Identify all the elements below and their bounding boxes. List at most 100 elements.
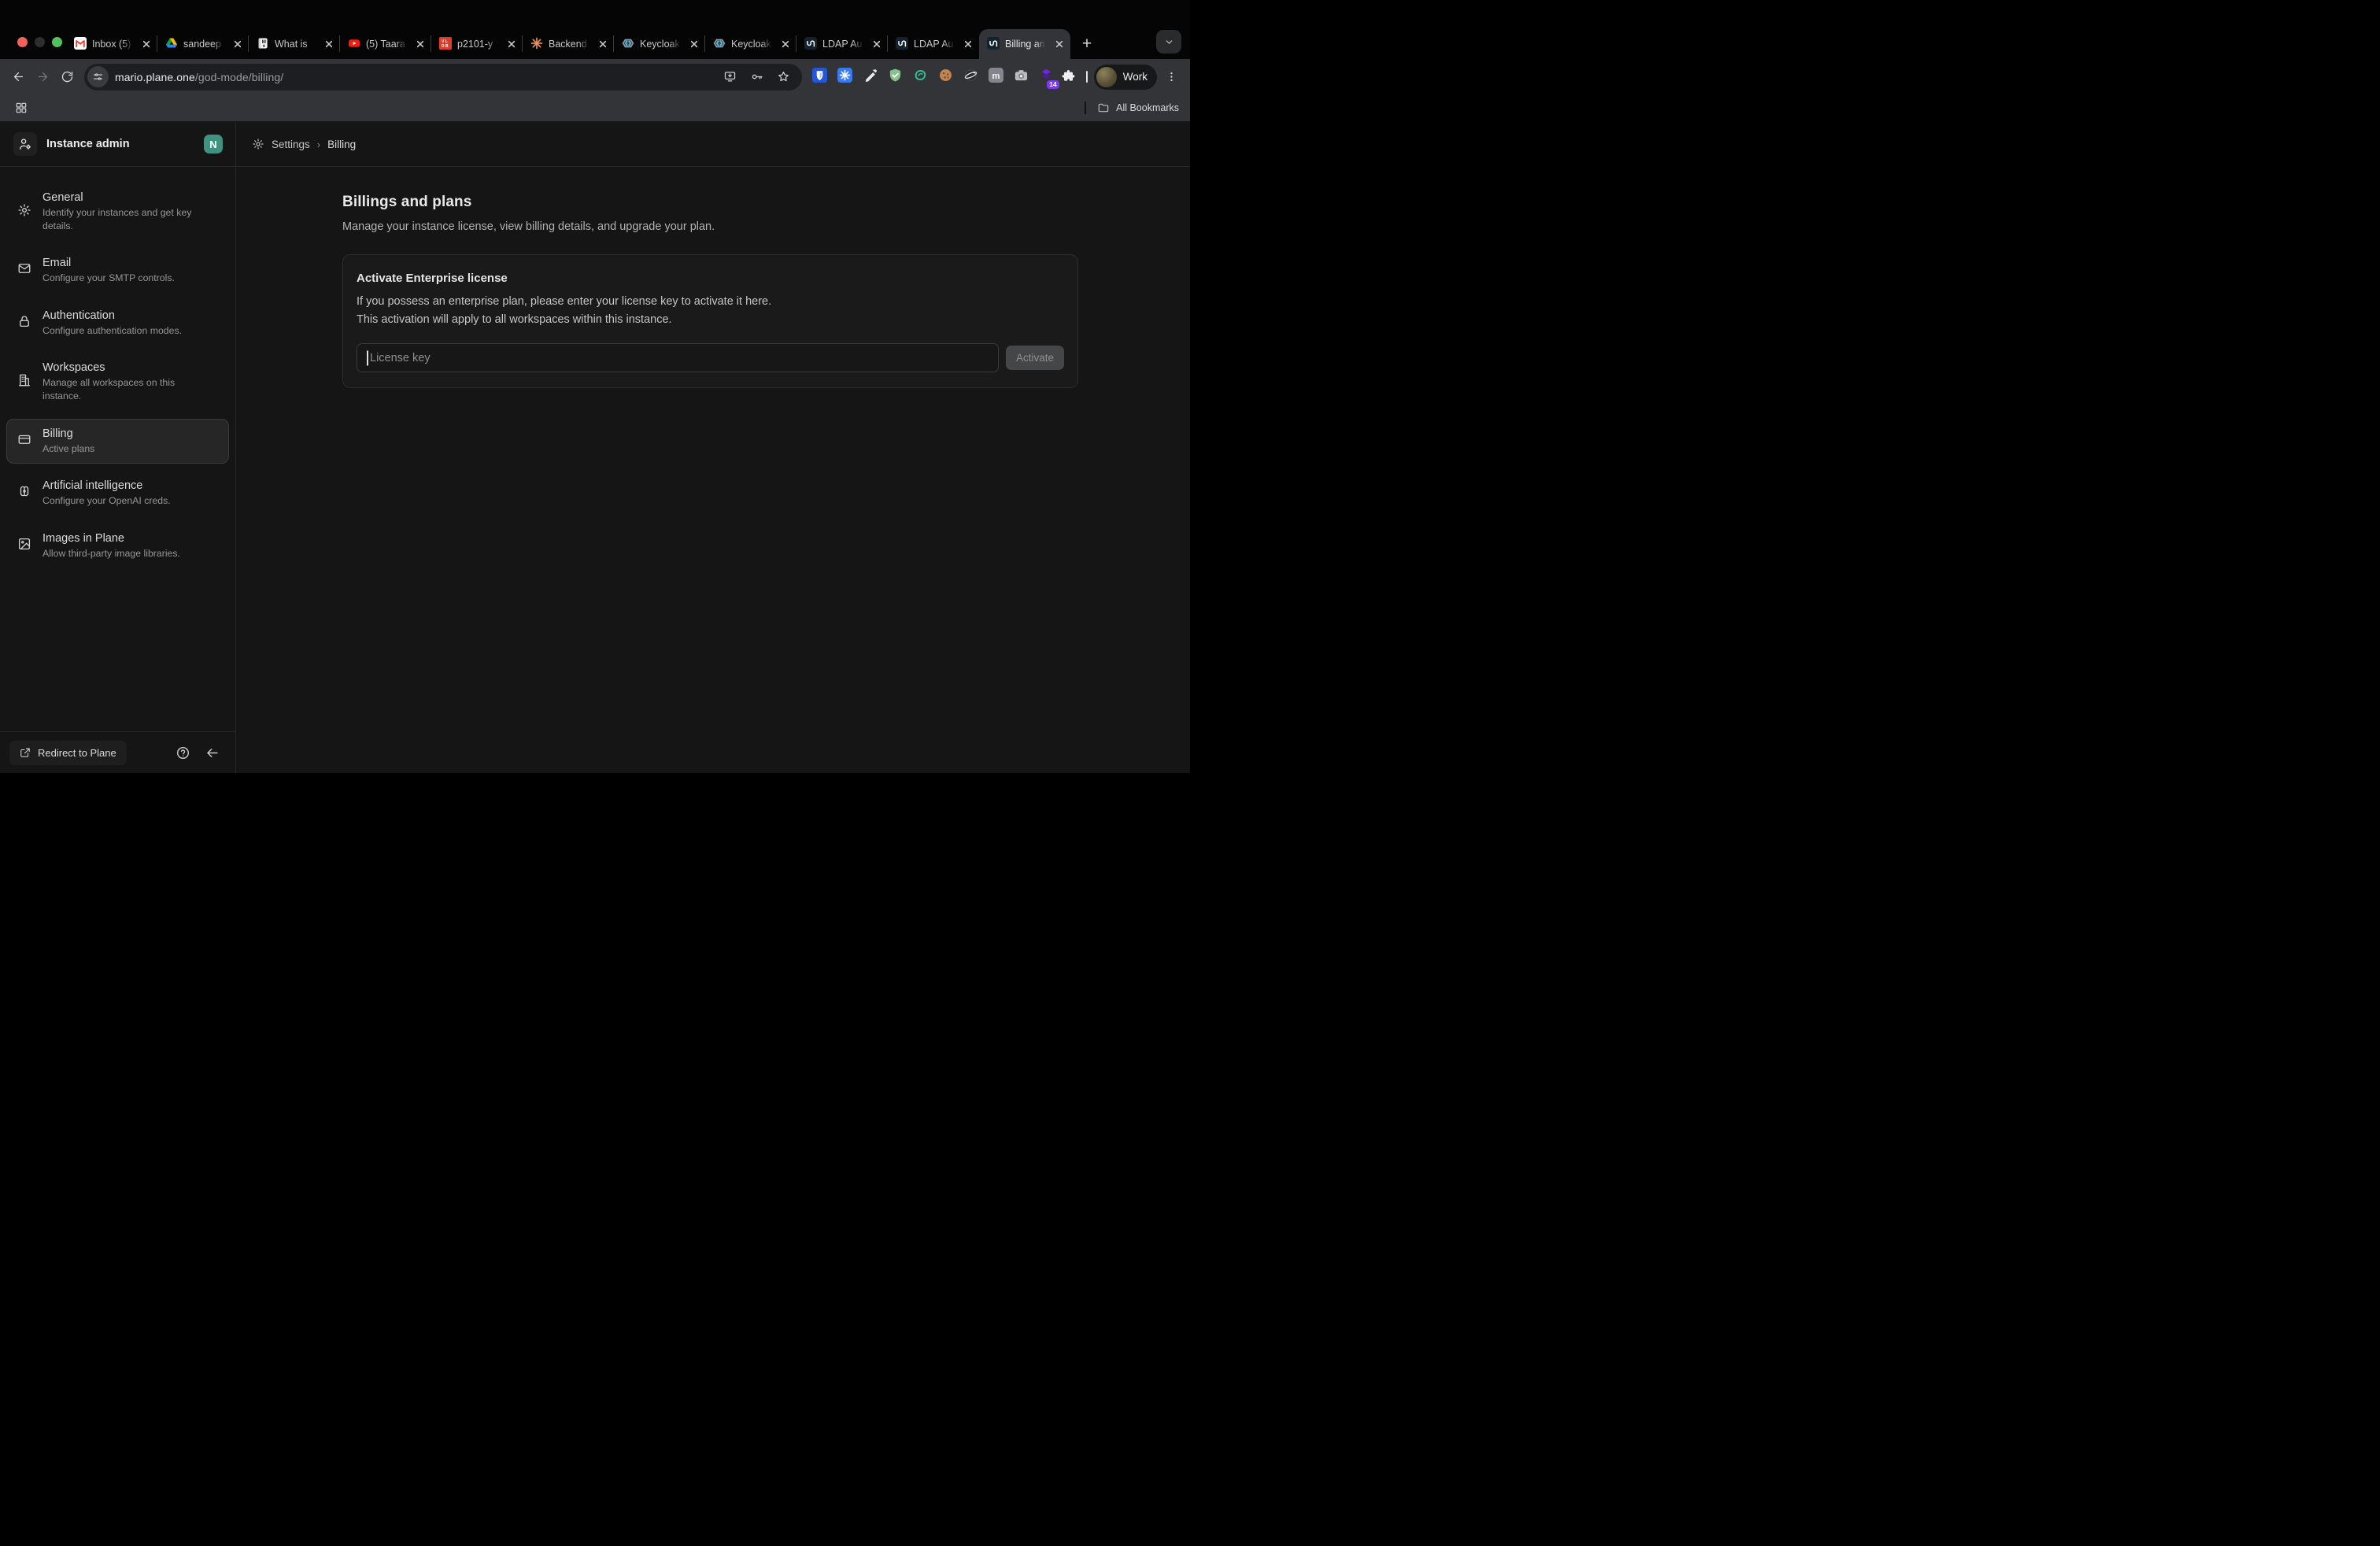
extension-icon[interactable] xyxy=(1011,67,1031,87)
tune-icon xyxy=(92,71,104,83)
tab[interactable]: Inbox (5) xyxy=(66,29,157,59)
redirect-to-plane-button[interactable]: Redirect to Plane xyxy=(9,741,127,765)
sidebar-item[interactable]: Images in Plane Allow third-party image … xyxy=(6,523,229,569)
tab-list: Inbox (5) sandeep M What is xyxy=(66,29,1070,59)
tab-close-icon[interactable] xyxy=(322,38,335,51)
tab[interactable]: Keycloak xyxy=(705,29,796,59)
tab-favicon xyxy=(622,38,634,50)
window-controls xyxy=(17,37,62,47)
tab-close-icon[interactable] xyxy=(413,38,427,51)
sidebar-item[interactable]: Artificial intelligence Configure your O… xyxy=(6,471,229,516)
minimize-window-button[interactable] xyxy=(35,37,45,47)
sidebar-item[interactable]: Email Configure your SMTP controls. xyxy=(6,248,229,294)
monitor-download-icon xyxy=(723,70,737,83)
profile-avatar xyxy=(1096,67,1117,87)
sidebar-item-description: Configure your SMTP controls. xyxy=(42,272,175,285)
extension-icon[interactable]: 14 xyxy=(1037,67,1056,87)
all-bookmarks-label: All Bookmarks xyxy=(1116,102,1179,113)
tab-close-icon[interactable] xyxy=(778,38,792,51)
extensions-menu-button[interactable] xyxy=(1058,66,1080,88)
tab-title: (5) Taara xyxy=(366,39,408,50)
zoom-window-button[interactable] xyxy=(52,37,62,47)
new-tab-button[interactable]: + xyxy=(1075,32,1099,56)
tab-close-icon[interactable] xyxy=(687,38,700,51)
tab[interactable]: Keycloak xyxy=(614,29,705,59)
license-card-line2: This activation will apply to all worksp… xyxy=(357,313,1064,326)
svg-text:m: m xyxy=(992,71,1000,80)
collapse-sidebar-button[interactable] xyxy=(205,745,220,760)
extension-icon[interactable] xyxy=(860,67,880,87)
building-icon xyxy=(17,373,31,391)
passwords-button[interactable] xyxy=(747,67,767,87)
tab-search-button[interactable] xyxy=(1156,30,1181,54)
forward-button[interactable] xyxy=(31,65,55,89)
sidebar-item[interactable]: Authentication Configure authentication … xyxy=(6,301,229,346)
profile-chip[interactable]: Work xyxy=(1094,65,1157,90)
extension-icon[interactable] xyxy=(835,67,855,87)
vldb-favicon: V LD B xyxy=(439,37,452,52)
tab-close-icon[interactable] xyxy=(870,38,883,51)
profile-name: Work xyxy=(1123,71,1148,83)
sidebar-footer: Redirect to Plane xyxy=(0,731,235,773)
bookmark-star-button[interactable] xyxy=(774,67,794,87)
extension-icon[interactable] xyxy=(936,67,955,87)
sidebar-item[interactable]: Workspaces Manage all workspaces on this… xyxy=(6,353,229,411)
help-button[interactable] xyxy=(176,745,190,760)
extension-icon[interactable] xyxy=(961,67,981,87)
sidebar-item[interactable]: Billing Active plans xyxy=(6,419,229,464)
help-circle-icon xyxy=(176,745,190,760)
extension-icon[interactable] xyxy=(810,67,830,87)
breadcrumb-settings[interactable]: Settings xyxy=(272,139,310,150)
extension-icon[interactable] xyxy=(911,67,930,87)
all-bookmarks-button[interactable]: All Bookmarks xyxy=(1097,102,1179,114)
tab[interactable]: Billing an xyxy=(979,29,1070,59)
instance-admin-icon-box xyxy=(13,132,37,156)
license-key-input[interactable] xyxy=(357,343,999,372)
lock-icon xyxy=(17,314,31,332)
browser-window: Inbox (5) sandeep M What is xyxy=(0,0,1190,773)
tab-close-icon[interactable] xyxy=(231,38,244,51)
sidebar-item-description: Identify your instances and get key deta… xyxy=(42,206,197,232)
tab[interactable]: LDAP Au xyxy=(796,29,888,59)
tab-close-icon[interactable] xyxy=(504,38,518,51)
user-avatar[interactable]: N xyxy=(204,135,223,153)
extension-icon[interactable]: m xyxy=(986,67,1006,87)
apps-grid-button[interactable] xyxy=(11,98,31,118)
tab-close-icon[interactable] xyxy=(961,38,974,51)
sidebar-item[interactable]: General Identify your instances and get … xyxy=(6,183,229,241)
install-app-button[interactable] xyxy=(720,67,741,87)
tab-close-icon[interactable] xyxy=(1052,38,1066,51)
tab-close-icon[interactable] xyxy=(139,38,153,51)
tab-close-icon[interactable] xyxy=(596,38,609,51)
address-bar[interactable]: mario.plane.one/god-mode/billing/ xyxy=(84,64,802,91)
tab-title: Backend xyxy=(549,39,590,50)
tab-strip: Inbox (5) sandeep M What is xyxy=(0,0,1190,59)
sidebar-item-description: Manage all workspaces on this instance. xyxy=(42,376,197,402)
grid-icon xyxy=(15,102,28,114)
tab-title: p2101-y xyxy=(457,39,499,50)
tab[interactable]: V LD B p2101-y xyxy=(431,29,523,59)
tab[interactable]: Backend xyxy=(523,29,614,59)
sidebar-item-description: Configure authentication modes. xyxy=(42,324,182,338)
tab[interactable]: M What is xyxy=(249,29,340,59)
tab[interactable]: (5) Taara xyxy=(340,29,431,59)
settings-gear-icon xyxy=(252,138,264,150)
arrow-right-icon xyxy=(36,70,50,83)
reload-button[interactable] xyxy=(55,65,79,89)
tab-favicon xyxy=(74,38,87,50)
breadcrumb: Settings › Billing xyxy=(236,122,1190,166)
keycloak-favicon xyxy=(622,37,634,52)
dots-vertical-icon xyxy=(1166,71,1177,83)
activate-button[interactable]: Activate xyxy=(1006,346,1064,370)
tab[interactable]: sandeep xyxy=(157,29,249,59)
back-button[interactable] xyxy=(6,65,31,89)
keycloak-favicon xyxy=(713,37,726,52)
site-info-button[interactable] xyxy=(87,66,109,87)
browser-menu-button[interactable] xyxy=(1160,66,1182,88)
extension-icon[interactable] xyxy=(885,67,905,87)
tab[interactable]: LDAP Au xyxy=(888,29,979,59)
drive-favicon xyxy=(165,37,178,52)
sidebar-item-description: Allow third-party image libraries. xyxy=(42,547,180,560)
close-window-button[interactable] xyxy=(17,37,28,47)
sidebar-item-label: Images in Plane xyxy=(42,532,180,545)
